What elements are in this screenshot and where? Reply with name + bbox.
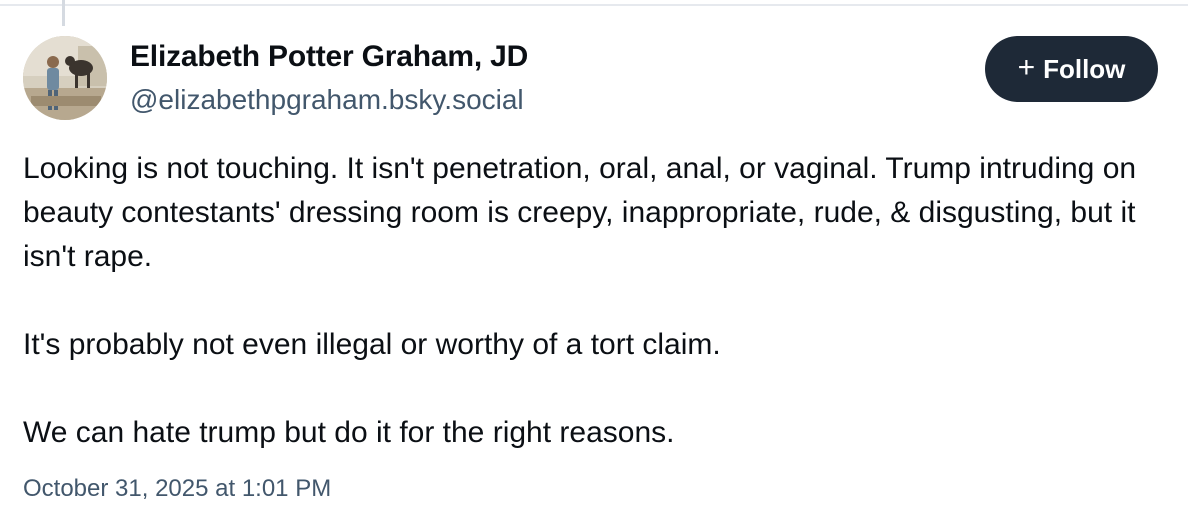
author-handle[interactable]: @elizabethpgraham.bsky.social (130, 84, 524, 116)
avatar[interactable] (23, 36, 107, 120)
post-card: Elizabeth Potter Graham, JD @elizabethpg… (0, 0, 1188, 524)
author-display-name[interactable]: Elizabeth Potter Graham, JD (130, 40, 528, 74)
thread-connector-line (62, 0, 65, 26)
follow-button-label: Follow (1043, 53, 1126, 84)
post-paragraph: It's probably not even illegal or worthy… (23, 328, 721, 361)
post-timestamp[interactable]: October 31, 2025 at 1:01 PM (23, 475, 331, 503)
post-text: Looking is not touching. It isn't penetr… (23, 147, 1173, 455)
top-divider (0, 4, 1188, 6)
profile-photo-icon (23, 36, 107, 120)
follow-button[interactable]: + Follow (985, 36, 1158, 102)
post-paragraph: We can hate trump but do it for the righ… (23, 416, 675, 449)
plus-icon: + (1017, 51, 1036, 84)
post-paragraph: Looking is not touching. It isn't penetr… (23, 152, 1137, 273)
